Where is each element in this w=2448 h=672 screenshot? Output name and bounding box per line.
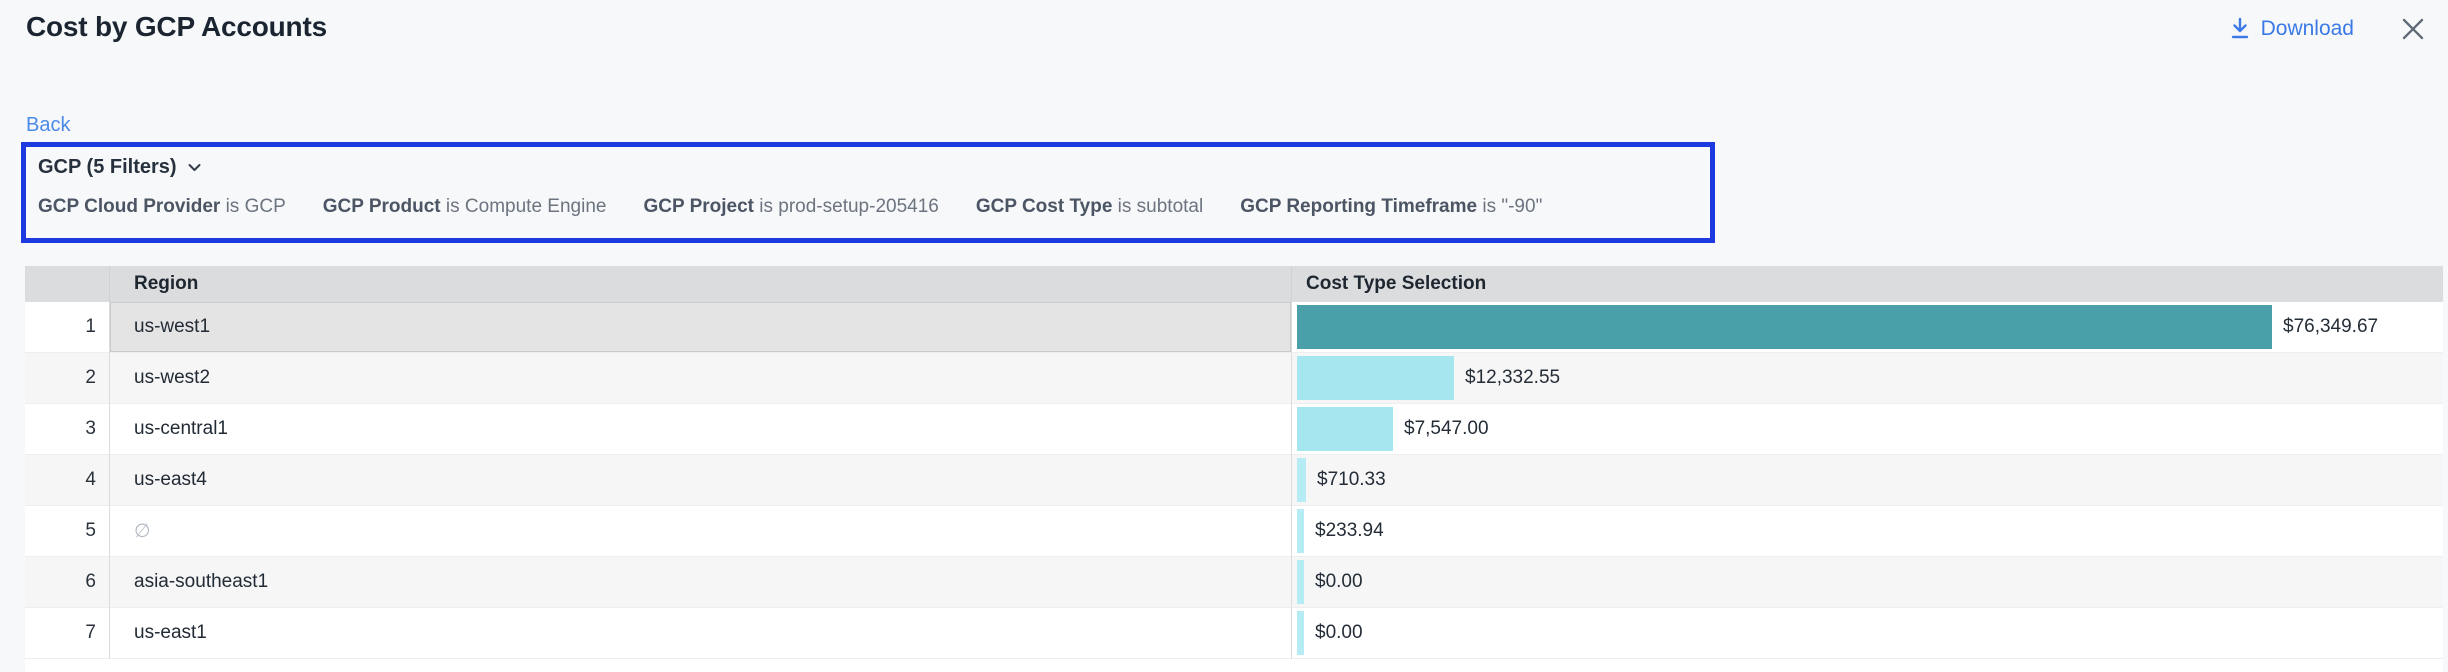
- cost-value-label: $7,547.00: [1404, 418, 1489, 440]
- filter-name: GCP Reporting Timeframe: [1240, 196, 1477, 217]
- region-cell[interactable]: us-east1: [110, 608, 1292, 659]
- filter-chip[interactable]: GCP Cloud Provider is GCP: [38, 196, 286, 218]
- filter-predicate: is GCP: [220, 196, 285, 217]
- cost-bar: [1297, 560, 1304, 604]
- row-number: 7: [25, 608, 110, 659]
- region-label: us-east1: [134, 622, 207, 644]
- download-icon: [2229, 17, 2251, 41]
- filter-panel: GCP (5 Filters) GCP Cloud Provider is GC…: [21, 142, 1715, 243]
- region-cell[interactable]: ∅: [110, 506, 1292, 557]
- cost-cell[interactable]: $233.94: [1292, 506, 2443, 557]
- table-row[interactable]: 5 ∅ $233.94: [25, 506, 2443, 557]
- row-number: 3: [25, 404, 110, 455]
- region-cell[interactable]: us-east4: [110, 455, 1292, 506]
- table-header-row: Region Cost Type Selection: [25, 266, 2443, 302]
- region-cell[interactable]: asia-southeast1: [110, 557, 1292, 608]
- cost-cell[interactable]: $0.00: [1292, 557, 2443, 608]
- filter-summary-dropdown[interactable]: GCP (5 Filters): [38, 156, 203, 179]
- row-number: 6: [25, 557, 110, 608]
- download-label: Download: [2261, 17, 2354, 41]
- cost-bar: [1297, 509, 1304, 553]
- region-column-header[interactable]: Region: [110, 266, 1292, 302]
- cost-value-label: $233.94: [1315, 520, 1384, 542]
- filter-chip[interactable]: GCP Cost Type is subtotal: [976, 196, 1203, 218]
- cost-bar: [1297, 611, 1304, 655]
- table-body: 1 us-west1 $76,349.67 2 us-west2 $12,332…: [25, 302, 2443, 659]
- region-label: us-east4: [134, 469, 207, 491]
- download-button[interactable]: Download: [2229, 17, 2354, 41]
- table-row[interactable]: 6 asia-southeast1 $0.00: [25, 557, 2443, 608]
- cost-bar: [1297, 407, 1393, 451]
- region-label: us-west2: [134, 367, 210, 389]
- filter-name: GCP Project: [643, 196, 754, 217]
- table-row[interactable]: 1 us-west1 $76,349.67: [25, 302, 2443, 353]
- cost-value-label: $12,332.55: [1465, 367, 1560, 389]
- cost-column-header[interactable]: Cost Type Selection: [1292, 266, 2443, 302]
- cost-cell[interactable]: $710.33: [1292, 455, 2443, 506]
- filter-list: GCP Cloud Provider is GCP GCP Product is …: [38, 196, 1698, 218]
- filter-predicate: is subtotal: [1112, 196, 1203, 217]
- table-row[interactable]: 7 us-east1 $0.00: [25, 608, 2443, 659]
- filter-name: GCP Cloud Provider: [38, 196, 220, 217]
- row-number: 5: [25, 506, 110, 557]
- cost-value-label: $0.00: [1315, 571, 1363, 593]
- cost-bar: [1297, 356, 1454, 400]
- table-row[interactable]: 2 us-west2 $12,332.55: [25, 353, 2443, 404]
- row-number-column-header: [25, 266, 110, 302]
- filter-chip[interactable]: GCP Reporting Timeframe is "-90": [1240, 196, 1542, 218]
- cost-bar: [1297, 458, 1306, 502]
- chevron-down-icon: [186, 159, 203, 176]
- close-icon: [2400, 16, 2426, 42]
- header-actions: Download: [2229, 16, 2426, 42]
- table-row[interactable]: 3 us-central1 $7,547.00: [25, 404, 2443, 455]
- region-cell[interactable]: us-central1: [110, 404, 1292, 455]
- filter-predicate: is prod-setup-205416: [754, 196, 939, 217]
- back-link[interactable]: Back: [26, 114, 70, 137]
- row-number: 2: [25, 353, 110, 404]
- cost-value-label: $76,349.67: [2283, 316, 2378, 338]
- close-button[interactable]: [2400, 16, 2426, 42]
- filter-name: GCP Cost Type: [976, 196, 1113, 217]
- row-number: 4: [25, 455, 110, 506]
- filter-summary-label: GCP (5 Filters): [38, 156, 177, 179]
- cost-table: Region Cost Type Selection 1 us-west1 $7…: [25, 266, 2443, 672]
- region-cell[interactable]: us-west2: [110, 353, 1292, 404]
- cost-bar: [1297, 305, 2272, 349]
- cost-value-label: $710.33: [1317, 469, 1386, 491]
- region-label: ∅: [134, 520, 151, 543]
- cost-cell[interactable]: $0.00: [1292, 608, 2443, 659]
- filter-predicate: is Compute Engine: [441, 196, 607, 217]
- filter-name: GCP Product: [323, 196, 441, 217]
- region-label: us-central1: [134, 418, 228, 440]
- page-title: Cost by GCP Accounts: [26, 11, 327, 43]
- cost-cell[interactable]: $7,547.00: [1292, 404, 2443, 455]
- region-cell[interactable]: us-west1: [110, 302, 1292, 353]
- filter-predicate: is "-90": [1477, 196, 1542, 217]
- filter-chip[interactable]: GCP Product is Compute Engine: [323, 196, 607, 218]
- region-label: asia-southeast1: [134, 571, 268, 593]
- row-number: 1: [25, 302, 110, 353]
- cost-cell[interactable]: $12,332.55: [1292, 353, 2443, 404]
- region-label: us-west1: [134, 316, 210, 338]
- cost-value-label: $0.00: [1315, 622, 1363, 644]
- table-row[interactable]: 4 us-east4 $710.33: [25, 455, 2443, 506]
- filter-chip[interactable]: GCP Project is prod-setup-205416: [643, 196, 938, 218]
- cost-cell[interactable]: $76,349.67: [1292, 302, 2443, 353]
